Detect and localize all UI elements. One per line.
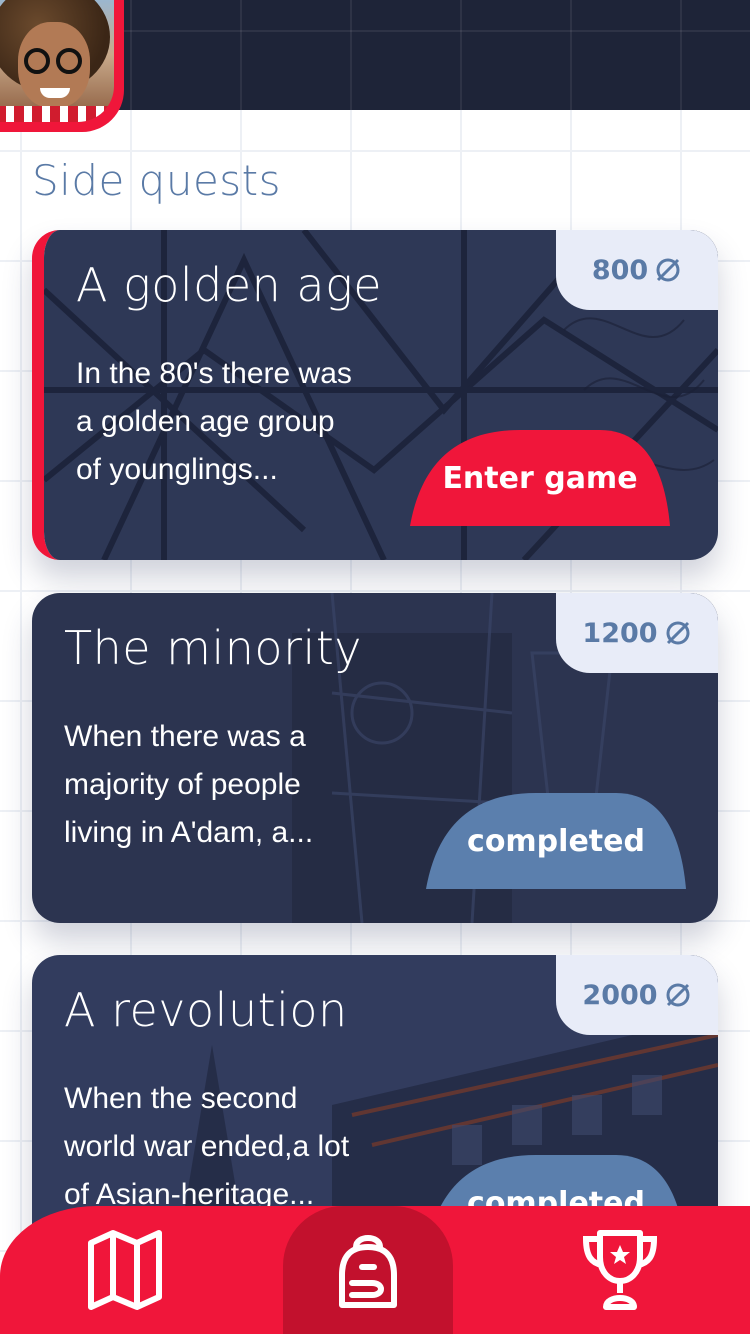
- quest-description-line: In the 80's there was: [76, 357, 352, 390]
- quest-description: When the second world war ended,a lot of…: [64, 1075, 394, 1219]
- quest-description-line: When there was a: [64, 720, 306, 753]
- quest-title: The minority: [64, 621, 363, 675]
- points-currency-icon: [666, 983, 690, 1007]
- quest-description-line: of younglings...: [76, 453, 278, 486]
- backpack-icon: [339, 1235, 397, 1308]
- points-value: 1200: [582, 617, 658, 649]
- points-value: 2000: [582, 979, 658, 1011]
- nav-leaderboard[interactable]: [555, 1206, 685, 1334]
- quest-description-line: a golden age group: [76, 405, 335, 438]
- bottom-nav: [0, 1206, 750, 1334]
- quest-title: A golden age: [76, 258, 382, 312]
- points-badge: 1200: [556, 593, 718, 673]
- points-value: 800: [591, 254, 649, 286]
- quest-description-line: world war ended,a lot: [64, 1130, 350, 1163]
- points-badge: 2000: [556, 955, 718, 1035]
- quest-description: When there was a majority of people livi…: [64, 713, 394, 857]
- quest-card[interactable]: The minority When there was a majority o…: [32, 593, 718, 923]
- quest-card[interactable]: A golden age In the 80's there was a gol…: [32, 230, 718, 560]
- points-currency-icon: [666, 621, 690, 645]
- points-badge: 800: [556, 230, 718, 310]
- points-currency-icon: [656, 258, 680, 282]
- page-title: Side quests: [32, 156, 282, 205]
- map-icon: [88, 1230, 162, 1310]
- nav-quests[interactable]: [283, 1206, 453, 1334]
- quest-description: In the 80's there was a golden age group…: [76, 350, 406, 494]
- quest-description-line: living in A'dam, a...: [64, 816, 314, 849]
- nav-map[interactable]: [60, 1206, 190, 1334]
- quest-description-line: When the second: [64, 1082, 298, 1115]
- trophy-icon: [582, 1230, 658, 1310]
- quest-description-line: majority of people: [64, 768, 301, 801]
- avatar[interactable]: [0, 0, 114, 122]
- quest-title: A revolution: [64, 983, 348, 1037]
- avatar-frame[interactable]: [0, 0, 124, 132]
